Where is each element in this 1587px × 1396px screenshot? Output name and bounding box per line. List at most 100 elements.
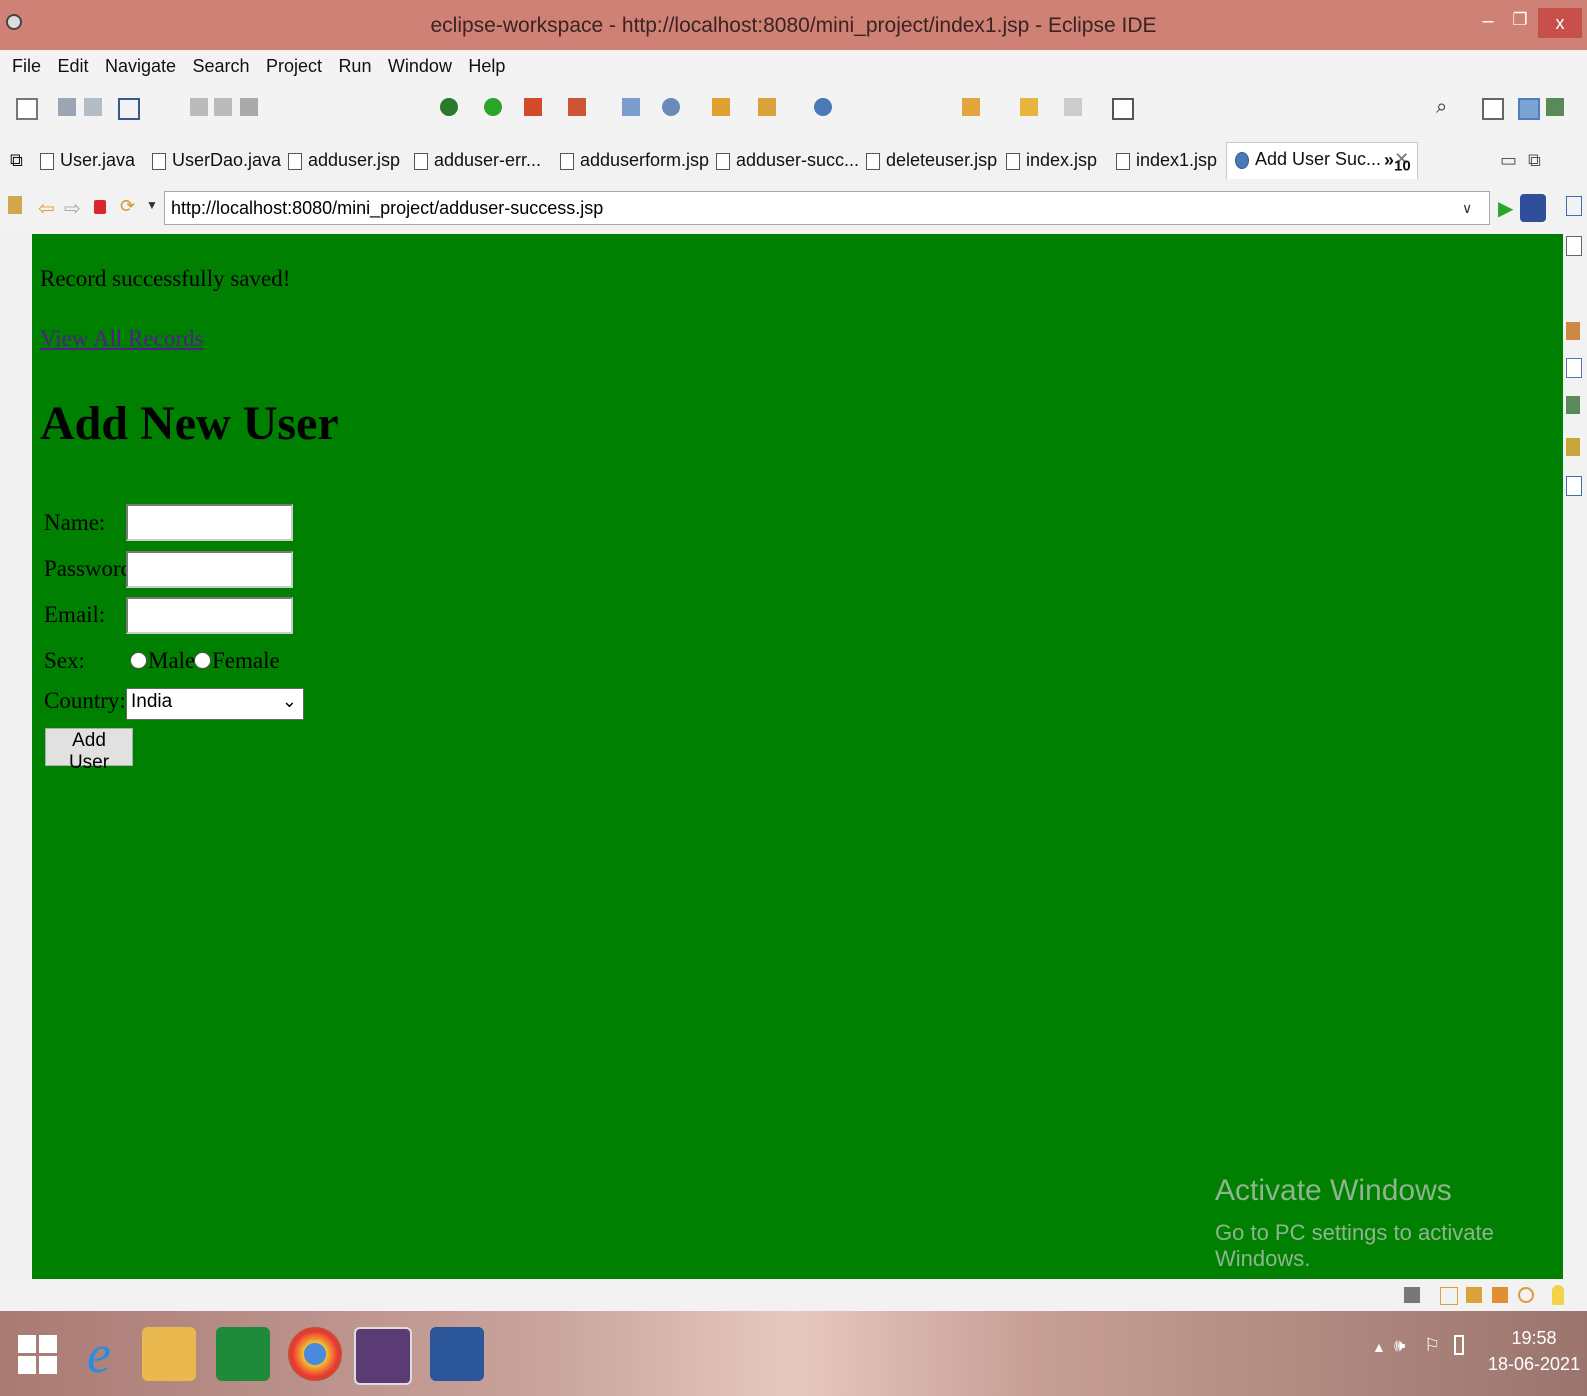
- back-icon[interactable]: ⇦: [38, 196, 55, 221]
- clipboard-icon[interactable]: [8, 196, 22, 214]
- open-perspective-icon[interactable]: [1482, 98, 1504, 120]
- female-label: Female: [212, 648, 280, 673]
- url-input[interactable]: [164, 191, 1490, 225]
- tab-adduser-jsp[interactable]: adduser.jsp: [288, 144, 400, 176]
- word-icon[interactable]: [430, 1327, 484, 1381]
- maximize-button[interactable]: ❐: [1506, 10, 1534, 34]
- eclipse-java-ee-icon[interactable]: [354, 1327, 412, 1385]
- country-select[interactable]: India ⌄: [126, 688, 304, 720]
- tab-index1-jsp[interactable]: index1.jsp: [1116, 144, 1217, 176]
- run-icon[interactable]: [484, 98, 502, 116]
- tab-index-jsp[interactable]: index.jsp: [1006, 144, 1097, 176]
- minimize-view-icon[interactable]: ▭: [1500, 144, 1517, 176]
- menu-window[interactable]: Window: [388, 56, 452, 77]
- debug-icon[interactable]: [440, 98, 458, 116]
- terminate-icon[interactable]: [240, 98, 258, 116]
- menu-run[interactable]: Run: [338, 56, 371, 77]
- eclipse-icon[interactable]: [6, 14, 22, 30]
- female-radio[interactable]: [194, 652, 211, 669]
- show-hidden-icons[interactable]: ▲: [1372, 1339, 1386, 1355]
- globe-icon[interactable]: [814, 98, 832, 116]
- snippets-icon[interactable]: [1566, 438, 1580, 456]
- menu-search[interactable]: Search: [192, 56, 249, 77]
- stop-icon[interactable]: [94, 200, 106, 214]
- menu-help[interactable]: Help: [468, 56, 505, 77]
- chrome-icon[interactable]: [288, 1327, 342, 1381]
- windows-start-icon[interactable]: [18, 1335, 58, 1375]
- book-icon[interactable]: [1440, 1287, 1458, 1305]
- tab-deleteuser-jsp[interactable]: deleteuser.jsp: [866, 144, 997, 176]
- go-icon[interactable]: ▶: [1498, 196, 1513, 221]
- back-arrow-icon[interactable]: [1020, 98, 1038, 116]
- url-dropdown-icon[interactable]: ∨: [1462, 200, 1472, 217]
- server-status-icon[interactable]: [1404, 1287, 1420, 1303]
- pencil-icon[interactable]: [758, 98, 776, 116]
- data-source-icon[interactable]: [1566, 396, 1580, 414]
- jsp-file-icon: [1006, 152, 1020, 170]
- open-type-icon[interactable]: [712, 98, 730, 116]
- file-explorer-icon[interactable]: [142, 1327, 196, 1381]
- console-icon[interactable]: [118, 98, 140, 120]
- java-ee-perspective-icon[interactable]: [1518, 98, 1540, 120]
- tab-adduser-error[interactable]: adduser-err...: [414, 144, 541, 176]
- maximize-view-icon[interactable]: ⧉: [1528, 144, 1541, 176]
- tab-overflow-icon[interactable]: »10: [1384, 144, 1411, 176]
- chevron-down-icon: ⌄: [281, 691, 297, 711]
- refresh-icon[interactable]: ⟳: [120, 196, 135, 217]
- menu-edit[interactable]: Edit: [57, 56, 88, 77]
- properties-icon[interactable]: [1566, 358, 1582, 378]
- search-icon[interactable]: ⌕: [1436, 97, 1454, 117]
- email-field[interactable]: [126, 597, 293, 634]
- back-history-icon[interactable]: [962, 98, 980, 116]
- history-dropdown-icon[interactable]: ▼: [146, 198, 158, 212]
- name-field[interactable]: [126, 504, 293, 541]
- tools-icon[interactable]: [1492, 1287, 1508, 1303]
- add-user-button[interactable]: Add User: [45, 728, 133, 773]
- password-field[interactable]: [126, 551, 293, 588]
- servers-icon[interactable]: [1566, 322, 1580, 340]
- save-all-icon[interactable]: [84, 98, 102, 116]
- console-view-icon[interactable]: [1566, 476, 1582, 496]
- tab-user-java[interactable]: User.java: [40, 144, 135, 176]
- clock-date: 18-06-2021: [1488, 1354, 1581, 1374]
- tutorial-icon[interactable]: [1466, 1287, 1482, 1303]
- male-radio[interactable]: [130, 652, 147, 669]
- updates-icon[interactable]: [1518, 1287, 1534, 1303]
- tab-adduser-success[interactable]: adduser-succ...: [716, 144, 859, 176]
- new-server-icon[interactable]: [622, 98, 640, 116]
- new-icon[interactable]: [16, 98, 38, 120]
- menu-bar: File Edit Navigate Search Project Run Wi…: [0, 50, 1587, 84]
- save-icon[interactable]: [58, 98, 76, 116]
- tip-bulb-icon[interactable]: [1552, 1285, 1564, 1305]
- forward-icon[interactable]: ⇨: [64, 196, 81, 221]
- menu-file[interactable]: File: [12, 56, 41, 77]
- action-center-flag-icon[interactable]: ⚐: [1424, 1335, 1440, 1356]
- forward-arrow-icon[interactable]: [1064, 98, 1082, 116]
- store-icon[interactable]: [216, 1327, 270, 1381]
- suspend-icon[interactable]: [214, 98, 232, 116]
- tab-adduserform-jsp[interactable]: adduserform.jsp: [560, 144, 709, 176]
- task-list-icon[interactable]: [1566, 236, 1582, 256]
- task-icon[interactable]: [1112, 98, 1134, 120]
- coverage-icon[interactable]: [568, 98, 586, 116]
- view-all-records-link[interactable]: View All Records: [40, 326, 203, 352]
- outline-icon[interactable]: [1566, 196, 1582, 216]
- jsp-file-icon: [866, 152, 880, 170]
- external-tools-icon[interactable]: [524, 98, 542, 116]
- resume-icon[interactable]: [190, 98, 208, 116]
- restore-view-icon[interactable]: ⧉: [10, 144, 23, 176]
- menu-navigate[interactable]: Navigate: [105, 56, 176, 77]
- volume-icon[interactable]: 🕪: [1394, 1335, 1405, 1356]
- system-clock[interactable]: 19:58 18-06-2021: [1488, 1325, 1580, 1377]
- battery-icon[interactable]: [1454, 1335, 1464, 1355]
- minimize-button[interactable]: –: [1474, 10, 1502, 34]
- tab-userdao-java[interactable]: UserDao.java: [152, 144, 281, 176]
- internet-explorer-icon[interactable]: e: [72, 1327, 126, 1381]
- open-in-browser-icon[interactable]: [1520, 194, 1546, 222]
- java-class-icon[interactable]: [662, 98, 680, 116]
- browser-content: Record successfully saved! View All Reco…: [32, 234, 1563, 1279]
- debug-perspective-icon[interactable]: [1546, 98, 1564, 116]
- editor-tab-bar: ⧉ User.java UserDao.java adduser.jsp add…: [0, 136, 1587, 183]
- close-button[interactable]: x: [1538, 8, 1582, 38]
- menu-project[interactable]: Project: [266, 56, 322, 77]
